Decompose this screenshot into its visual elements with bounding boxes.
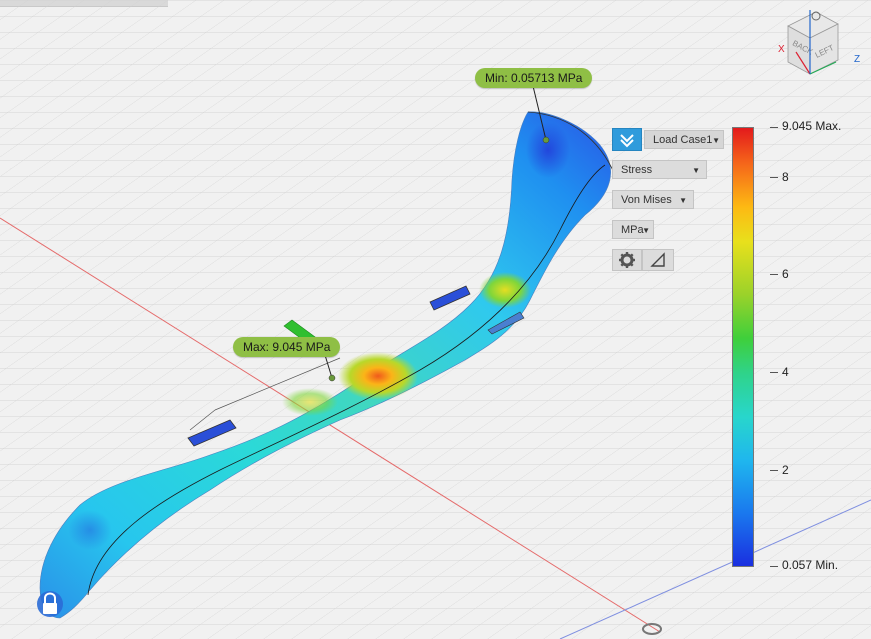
result-type-dropdown[interactable]: Stress ▼ xyxy=(612,160,707,179)
legend-tickmark xyxy=(770,274,778,275)
max-point xyxy=(328,374,336,382)
unit-dropdown[interactable]: MPa ▼ xyxy=(612,220,654,239)
legend-tickmark xyxy=(770,470,778,471)
axis-x-label: X xyxy=(778,44,785,55)
gear-icon xyxy=(619,252,635,268)
deform-button[interactable] xyxy=(642,249,674,271)
criterion-label: Von Mises xyxy=(621,194,672,206)
legend-tickmark xyxy=(770,372,778,373)
legend-tick-8: 8 xyxy=(782,170,789,184)
chevron-down-icon: ▼ xyxy=(679,196,687,205)
double-chevron-icon xyxy=(620,134,634,148)
results-menu-button[interactable] xyxy=(612,128,642,151)
legend-tick-2: 2 xyxy=(782,463,789,477)
legend-min-label: 0.057 Min. xyxy=(782,558,839,572)
axis-z-label: Z xyxy=(854,54,860,65)
settings-button[interactable] xyxy=(612,249,642,271)
legend-tick-4: 4 xyxy=(782,365,789,379)
low-zone-top xyxy=(526,122,570,178)
warm-zone xyxy=(479,272,531,308)
chevron-down-icon: ▼ xyxy=(692,166,700,175)
low-zone-left xyxy=(68,510,112,550)
load-case-dropdown[interactable]: Load Case1 ▼ xyxy=(644,130,724,149)
view-cube[interactable]: BACK LEFT X Z xyxy=(776,4,871,84)
unit-label: MPa xyxy=(621,224,644,236)
legend-tick-6: 6 xyxy=(782,267,789,281)
legend-max-label: 9.045 Max. xyxy=(782,119,842,133)
warm-zone-2 xyxy=(282,388,338,416)
min-point xyxy=(542,136,550,144)
min-callout: Min: 0.05713 MPa xyxy=(475,68,593,88)
max-callout: Max: 9.045 MPa xyxy=(233,337,341,357)
stress-color-legend xyxy=(732,127,754,567)
legend-tickmark-min xyxy=(770,566,778,567)
result-type-label: Stress xyxy=(621,164,653,176)
load-case-label: Load Case1 xyxy=(653,134,713,146)
chevron-down-icon: ▼ xyxy=(642,226,650,235)
legend-tickmark-max xyxy=(770,127,778,128)
lock-icon[interactable] xyxy=(37,591,63,617)
chevron-down-icon: ▼ xyxy=(712,136,720,145)
legend-tickmark xyxy=(770,177,778,178)
criterion-dropdown[interactable]: Von Mises ▼ xyxy=(612,190,694,209)
triangle-icon xyxy=(650,252,665,267)
